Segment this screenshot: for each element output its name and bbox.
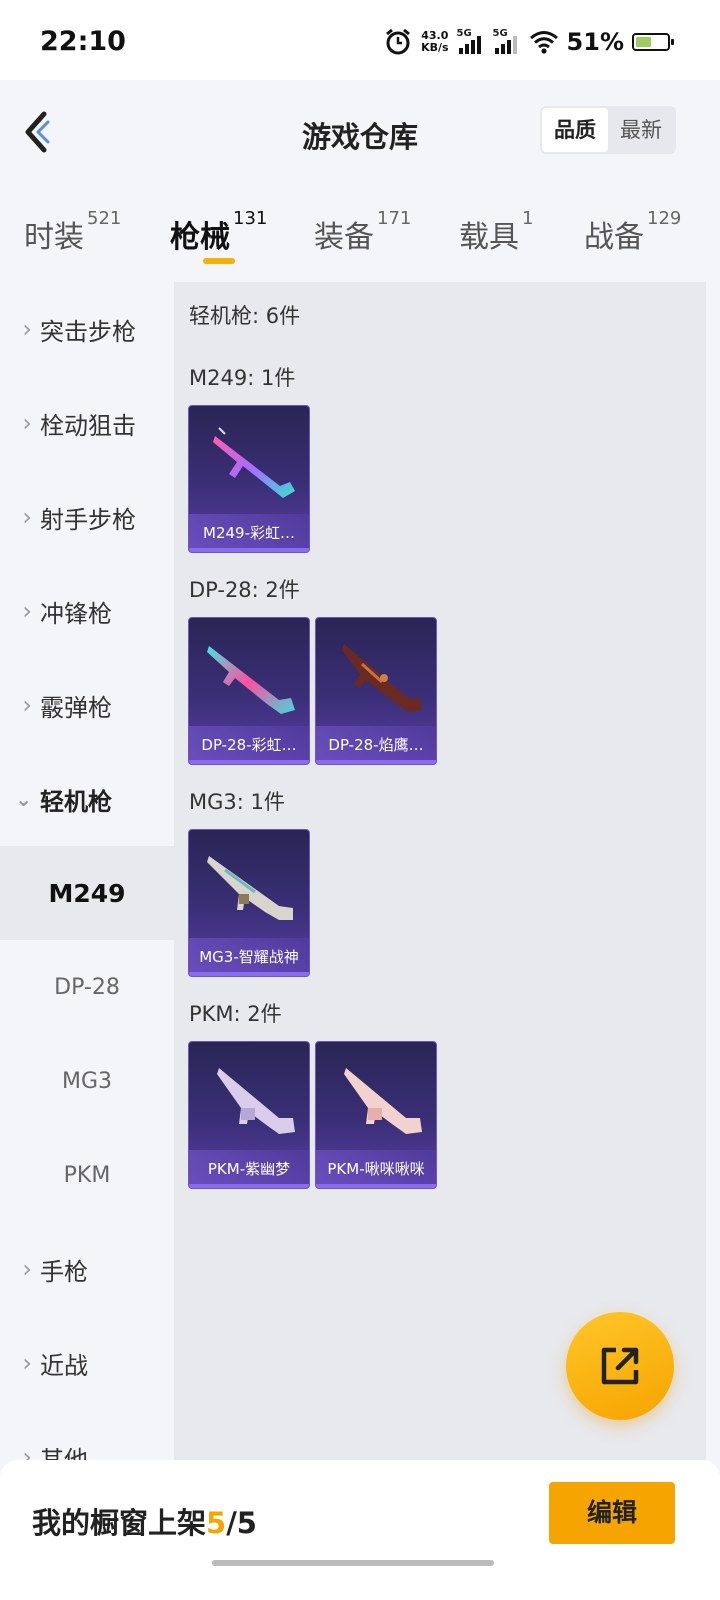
battery-icon — [632, 33, 674, 51]
weapon-card[interactable]: MG3-智耀战神 — [188, 829, 310, 977]
showcase-current: 5 — [206, 1506, 227, 1540]
pkm-pink-icon — [344, 1068, 422, 1134]
tab-label: 时装 — [24, 220, 84, 255]
weapon-card[interactable]: PKM-紫幽梦 — [188, 1041, 310, 1189]
chevron-right-icon: › — [22, 315, 32, 343]
sidebar-item-other[interactable]: › 其他 — [0, 1410, 174, 1462]
tab-count: 129 — [647, 208, 682, 229]
alarm-icon — [386, 28, 410, 55]
tab-battle-gear[interactable]: 战备129 — [584, 208, 681, 256]
tab-label: 枪械 — [170, 220, 230, 255]
sort-toggle: 品质 最新 — [540, 106, 676, 154]
group-title: MG3: 1件 — [189, 790, 285, 814]
wifi-icon — [529, 31, 558, 54]
tab-count: 131 — [233, 208, 268, 229]
tab-count: 1 — [522, 208, 534, 229]
showcase-status: 我的橱窗上架5/5 — [32, 1500, 257, 1542]
net-speed: 43.0 KB/s — [421, 30, 448, 54]
chevron-right-icon: › — [22, 1255, 32, 1283]
status-icons: 43.0 KB/s 5G 5G 51% — [383, 24, 674, 60]
tab-fashion[interactable]: 时装521 — [24, 208, 121, 256]
signal-icon: 5G — [457, 28, 485, 56]
pkm-purple-icon — [217, 1068, 295, 1134]
showcase-separator: / — [226, 1506, 237, 1540]
status-bar: 22:10 43.0 KB/s 5G 5G 51% — [0, 0, 720, 80]
rainbow-m249-icon — [213, 427, 295, 498]
chevron-right-icon: › — [22, 409, 32, 437]
sort-quality-button[interactable]: 品质 — [542, 108, 608, 152]
header: 游戏仓库 品质 最新 — [0, 80, 720, 190]
category-summary: 轻机枪: 6件 — [189, 304, 301, 328]
share-icon — [601, 1347, 639, 1385]
sidebar-item-marksman-rifle[interactable]: › 射手步枪 — [0, 470, 174, 564]
active-tab-indicator — [203, 258, 235, 264]
sidebar-item-label: 霰弹枪 — [40, 693, 112, 722]
sidebar: › 突击步枪 › 栓动狙击 › 射手步枪 › 冲锋枪 › 霰弹枪 ⌄ 轻机枪 M249 DP… — [0, 282, 174, 1462]
showcase-total: 5 — [236, 1506, 257, 1540]
weapon-name: DP-28-焰鹰… — [316, 726, 436, 764]
sidebar-item-label: 其他 — [40, 1445, 88, 1463]
sidebar-item-label: 轻机枪 — [40, 787, 112, 816]
weapon-name: MG3-智耀战神 — [189, 938, 309, 976]
weapon-list: 轻机枪: 6件 M249: 1件 M249-彩虹… DP-28: 2件 DP-2… — [174, 282, 706, 1462]
weapon-name: DP-28-彩虹… — [189, 726, 309, 764]
weapon-card[interactable]: PKM-啾咪啾咪 — [315, 1041, 437, 1189]
bottom-bar: 我的橱窗上架5/5 编辑 — [0, 1460, 720, 1600]
sort-newest-button[interactable]: 最新 — [608, 108, 674, 152]
sidebar-item-label: 射手步枪 — [40, 505, 136, 534]
sidebar-item-shotgun[interactable]: › 霰弹枪 — [0, 658, 174, 752]
tab-label: 战备 — [584, 220, 644, 255]
battery-fill — [636, 37, 651, 47]
weapon-name: PKM-紫幽梦 — [189, 1150, 309, 1188]
sidebar-subitem-m249[interactable]: M249 — [0, 846, 174, 940]
rainbow-dp28-icon — [207, 646, 295, 714]
tab-count: 521 — [87, 208, 122, 229]
weapon-card[interactable]: M249-彩虹… — [188, 405, 310, 553]
edit-button[interactable]: 编辑 — [549, 1482, 675, 1544]
category-tabs: 时装521 枪械131 装备171 载具1 战备129 — [0, 190, 720, 280]
tab-equipment[interactable]: 装备171 — [314, 208, 411, 256]
sidebar-subitem-pkm[interactable]: PKM — [0, 1128, 174, 1222]
mg3-icon — [207, 856, 293, 920]
sidebar-item-label: 冲锋枪 — [40, 599, 112, 628]
chevron-right-icon: › — [22, 691, 32, 719]
weapon-card[interactable]: DP-28-彩虹… — [188, 617, 310, 765]
sidebar-item-bolt-sniper[interactable]: › 栓动狙击 — [0, 376, 174, 470]
showcase-label: 我的橱窗上架 — [32, 1506, 207, 1540]
flame-eagle-dp28-icon — [342, 644, 422, 712]
tab-count: 171 — [377, 208, 412, 229]
group-title: DP-28: 2件 — [189, 578, 300, 602]
home-indicator[interactable] — [212, 1560, 494, 1566]
battery-percent: 51% — [566, 28, 624, 56]
sidebar-item-assault-rifle[interactable]: › 突击步枪 — [0, 282, 174, 376]
status-time: 22:10 — [40, 26, 126, 57]
tab-firearms[interactable]: 枪械131 — [170, 208, 267, 256]
sidebar-subitem-mg3[interactable]: MG3 — [0, 1034, 174, 1128]
tab-label: 载具 — [459, 220, 519, 255]
sidebar-item-smg[interactable]: › 冲锋枪 — [0, 564, 174, 658]
chevron-right-icon: › — [22, 597, 32, 625]
signal-icon: 5G — [493, 28, 521, 56]
sidebar-item-label: 手枪 — [40, 1257, 88, 1286]
chevron-right-icon: › — [22, 503, 32, 531]
weapon-card[interactable]: DP-28-焰鹰… — [315, 617, 437, 765]
weapon-name: M249-彩虹… — [189, 514, 309, 552]
sidebar-subitem-dp28[interactable]: DP-28 — [0, 940, 174, 1034]
share-button[interactable] — [566, 1312, 674, 1420]
group-title: PKM: 2件 — [189, 1002, 282, 1026]
chevron-right-icon: › — [22, 1349, 32, 1377]
group-title: M249: 1件 — [189, 366, 296, 390]
sidebar-item-label: 栓动狙击 — [40, 411, 136, 440]
chevron-down-icon: ⌄ — [15, 787, 32, 811]
weapon-name: PKM-啾咪啾咪 — [316, 1150, 436, 1188]
tab-vehicles[interactable]: 载具1 — [459, 208, 533, 256]
sidebar-item-label: 近战 — [40, 1351, 88, 1380]
sidebar-item-pistol[interactable]: › 手枪 — [0, 1222, 174, 1316]
sidebar-item-melee[interactable]: › 近战 — [0, 1316, 174, 1410]
sidebar-item-label: 突击步枪 — [40, 317, 136, 346]
net-speed-unit: KB/s — [421, 41, 449, 54]
tab-label: 装备 — [314, 220, 374, 255]
sidebar-item-lmg[interactable]: ⌄ 轻机枪 — [0, 752, 174, 846]
